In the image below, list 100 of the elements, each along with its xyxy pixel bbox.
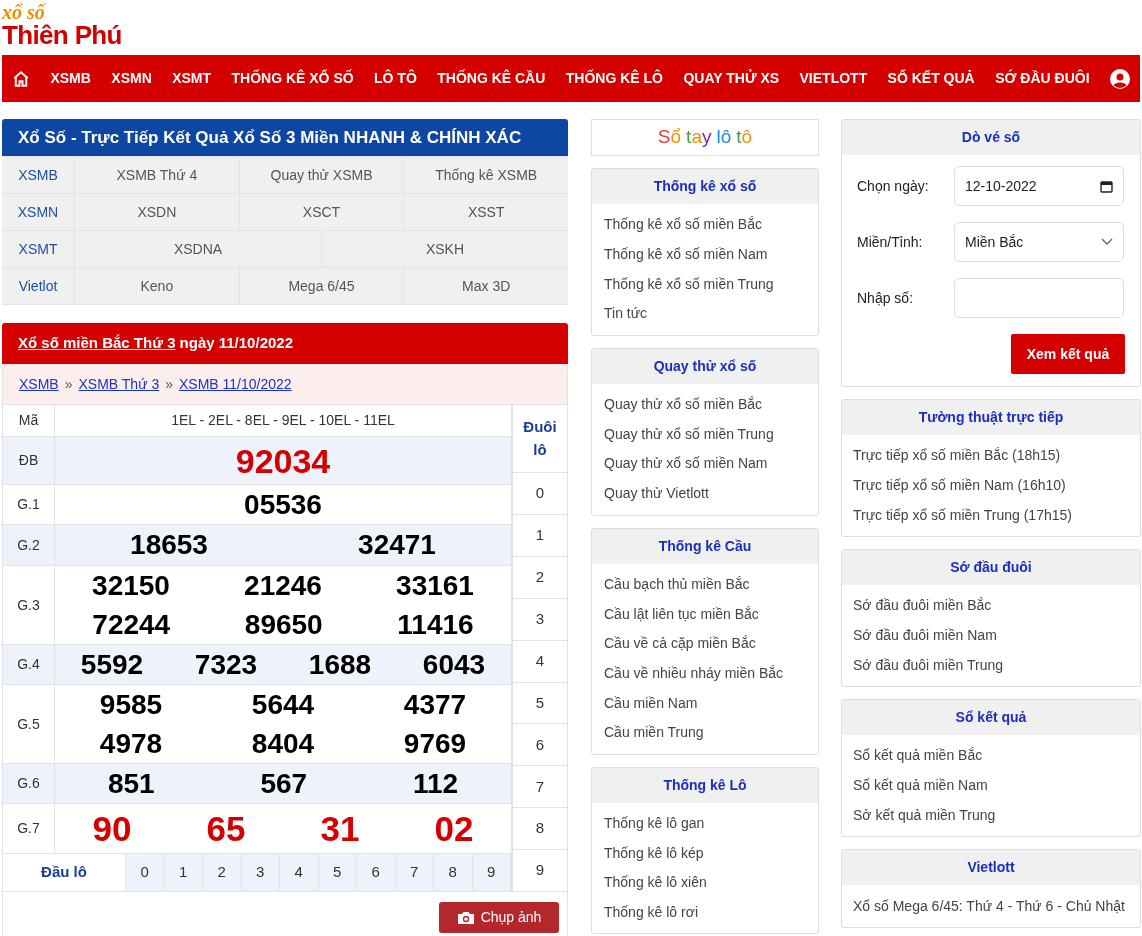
sidebar-link[interactable]: Xổ số Mega 6/45: Thứ 4 - Thứ 6 - Chủ Nhật bbox=[853, 891, 1129, 921]
prize-number: 02 bbox=[434, 811, 474, 846]
link-cell[interactable]: XSMN bbox=[2, 194, 75, 230]
panel-title: Xổ Số - Trực Tiếp Kết Quả Xổ Số 3 Miền NHANH & CHÍNH XÁC bbox=[2, 119, 568, 156]
head-digit: 1 bbox=[164, 854, 203, 891]
prize-number: 1688 bbox=[308, 650, 372, 679]
panel-title: Thống kê Lô bbox=[592, 767, 818, 803]
prize-number: 18653 bbox=[130, 531, 208, 559]
breadcrumb-link[interactable]: XSMB bbox=[19, 373, 59, 395]
sidebar-link[interactable]: Thống kê lô kép bbox=[604, 838, 806, 868]
panel-title: Sớ đầu đuôi bbox=[842, 550, 1140, 586]
nav-link[interactable]: THỐNG KÊ CẦU bbox=[437, 68, 546, 89]
link-cell[interactable]: XSMT bbox=[2, 231, 75, 267]
sidebar-link[interactable]: Sở kết quả miền Trung bbox=[853, 800, 1129, 831]
sidebar-link[interactable]: Sổ kết quả miền Bắc bbox=[853, 741, 1129, 771]
sidebar-link[interactable]: Thống kê lô rơi bbox=[604, 897, 806, 928]
results-title-link[interactable]: Xổ số miền Bắc Thứ 3 bbox=[18, 332, 176, 355]
prize-label: G.2 bbox=[3, 525, 55, 565]
breadcrumb-link[interactable]: XSMB Thứ 3 bbox=[78, 373, 160, 395]
nav-link[interactable]: XSMT bbox=[172, 68, 212, 89]
sidebar-link[interactable]: Sớ đầu đuôi miền Trung bbox=[853, 650, 1129, 681]
sidebar-link[interactable]: Cầu bạch thủ miền Bắc bbox=[604, 569, 806, 600]
breadcrumb-separator: » bbox=[165, 374, 173, 394]
nav-link[interactable]: THỐNG KÊ LÔ bbox=[565, 68, 663, 89]
chevron-down-icon bbox=[1101, 238, 1113, 246]
prize-label: G.3 bbox=[3, 566, 55, 644]
nav-link[interactable]: SỚ ĐẦU ĐUÔI bbox=[995, 68, 1090, 89]
region-select[interactable]: Miền Bắc bbox=[954, 222, 1124, 262]
sidebar-link[interactable]: Thống kê xổ số miền Bắc bbox=[604, 210, 806, 240]
prize-number: 65 bbox=[206, 811, 246, 846]
nav-link[interactable]: QUAY THỬ XS bbox=[683, 68, 780, 89]
submit-button[interactable]: Xem kết quả bbox=[1011, 334, 1125, 374]
link-cell[interactable]: Mega 6/45 bbox=[239, 268, 405, 304]
nav-link[interactable]: XSMB bbox=[50, 68, 91, 89]
link-cell[interactable]: XSMB Thứ 4 bbox=[75, 157, 240, 193]
results-date: ngày 11/10/2022 bbox=[179, 333, 293, 354]
link-cell[interactable]: Vietlot bbox=[2, 268, 75, 304]
sidebar-link[interactable]: Sổ kết quả miền Nam bbox=[853, 770, 1129, 801]
sidebar-link[interactable]: Cầu miền Trung bbox=[604, 717, 806, 748]
panel-title: Tường thuật trực tiếp bbox=[842, 400, 1140, 435]
calendar-icon[interactable] bbox=[1100, 179, 1113, 193]
link-cell[interactable]: Quay thử XSMB bbox=[239, 157, 405, 193]
nav-link[interactable]: XSMN bbox=[111, 68, 152, 89]
panel-title: Vietlott bbox=[842, 850, 1140, 886]
prize-number: 72244 bbox=[92, 610, 171, 639]
link-cell[interactable]: XSDN bbox=[75, 194, 240, 230]
sidebar-link[interactable]: Thống kê xổ số miền Nam bbox=[604, 239, 806, 270]
link-cell[interactable]: XSDNA bbox=[75, 231, 322, 267]
sidebar-link[interactable]: Sớ đầu đuôi miền Bắc bbox=[853, 591, 1129, 621]
user-icon[interactable] bbox=[1109, 68, 1130, 89]
tail-digit: 9 bbox=[534, 860, 546, 881]
sidebar-link[interactable]: Cầu miền Nam bbox=[604, 688, 806, 718]
date-field[interactable]: 12-10-2022 bbox=[954, 166, 1124, 206]
tail-digit: 2 bbox=[513, 556, 567, 599]
sidebar-link[interactable]: Thống kê xổ số miền Trung bbox=[604, 269, 806, 300]
link-cell[interactable]: Max 3D bbox=[404, 268, 568, 304]
link-cell[interactable]: Thống kê XSMB bbox=[404, 157, 568, 193]
logo-title[interactable]: Thiên Phú bbox=[2, 22, 122, 48]
link-cell[interactable]: Keno bbox=[75, 268, 240, 304]
sidebar-link[interactable]: Thống kê lô xiên bbox=[604, 868, 806, 898]
head-digit: 5 bbox=[318, 854, 357, 891]
number-input[interactable] bbox=[954, 278, 1124, 318]
prize-label: ĐB bbox=[3, 437, 55, 484]
field-label: Chọn ngày: bbox=[857, 176, 930, 196]
capture-button[interactable]: Chụp ảnh bbox=[439, 902, 559, 933]
sidebar-link[interactable]: Trực tiếp xổ số miền Nam (16h10) bbox=[853, 470, 1129, 501]
sidebar-link[interactable]: Cầu về nhiều nháy miền Bắc bbox=[604, 658, 806, 689]
sidebar-link[interactable]: Cầu về cả cặp miền Bắc bbox=[604, 628, 806, 659]
prize-label: G.7 bbox=[3, 804, 55, 853]
sidebar-link[interactable]: Sớ đầu đuôi miền Nam bbox=[853, 620, 1129, 651]
home-icon[interactable] bbox=[12, 69, 30, 88]
prize-label: G.1 bbox=[3, 485, 55, 524]
prize-number: 851 bbox=[107, 769, 155, 798]
sidebar-link[interactable]: Trực tiếp xổ số miền Trung (17h15) bbox=[853, 500, 1129, 531]
breadcrumb-link[interactable]: XSMB 11/10/2022 bbox=[179, 373, 292, 395]
prize-number: 89650 bbox=[244, 610, 323, 639]
nav-link[interactable]: SỔ KẾT QUẢ bbox=[887, 68, 975, 89]
prize-number: 7323 bbox=[194, 650, 258, 679]
sidebar-link[interactable]: Quay thử xổ số miền Trung bbox=[604, 419, 806, 450]
sidebar-link[interactable]: Quay thử Vietlott bbox=[604, 478, 806, 509]
nav-link[interactable]: VIETLOTT bbox=[799, 68, 868, 89]
head-digit: 4 bbox=[280, 854, 319, 891]
sidebar-link[interactable]: Thống kê lô gan bbox=[604, 808, 806, 839]
prize-number: 92034 bbox=[235, 443, 331, 478]
nav-link[interactable]: LÔ TÔ bbox=[374, 68, 417, 89]
head-digit: 0 bbox=[126, 854, 165, 891]
sidebar-link[interactable]: Quay thử xổ số miền Nam bbox=[604, 449, 806, 479]
tail-label: Đuôi lô bbox=[513, 405, 567, 473]
nav-link[interactable]: THỐNG KÊ XỔ SỐ bbox=[231, 68, 354, 89]
sidebar-link[interactable]: Quay thử xổ số miền Bắc bbox=[604, 389, 806, 420]
sidebar-link[interactable]: Tin tức bbox=[604, 299, 806, 329]
sidebar-link[interactable]: Cầu lật liên tục miền Bắc bbox=[604, 599, 806, 629]
link-cell[interactable]: XSKH bbox=[322, 231, 568, 267]
link-cell[interactable]: XSST bbox=[404, 194, 568, 230]
panel-title: Sổ kết quả bbox=[842, 700, 1140, 736]
sidebar-link[interactable]: Trực tiếp xổ số miền Bắc (18h15) bbox=[853, 441, 1129, 471]
prize-number: 4377 bbox=[403, 690, 467, 719]
link-cell[interactable]: XSCT bbox=[239, 194, 405, 230]
head-digit: 9 bbox=[472, 854, 511, 891]
link-cell[interactable]: XSMB bbox=[2, 157, 75, 193]
